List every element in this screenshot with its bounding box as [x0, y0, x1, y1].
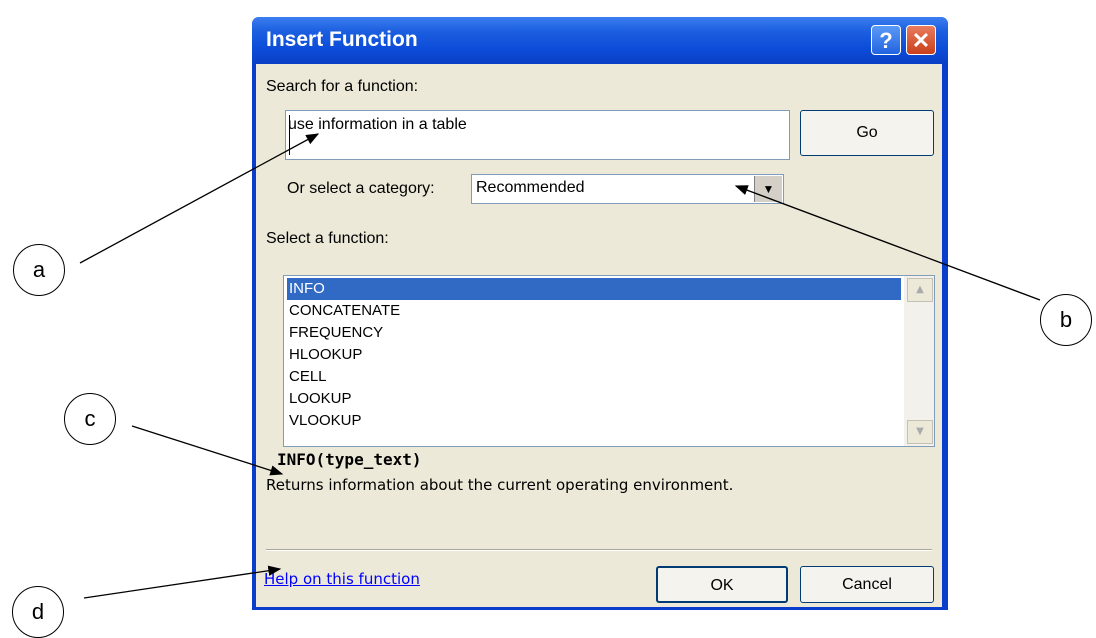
callout-a-arrow [79, 133, 320, 264]
callout-b: b [1040, 294, 1092, 346]
annotation-arrows [79, 133, 1041, 599]
callout-c: c [64, 393, 116, 445]
callout-d-arrow [83, 565, 282, 599]
callout-d: d [12, 586, 64, 638]
callout-a: a [13, 244, 65, 296]
callout-c-arrow [131, 425, 284, 476]
callout-b-arrow [734, 185, 1041, 301]
